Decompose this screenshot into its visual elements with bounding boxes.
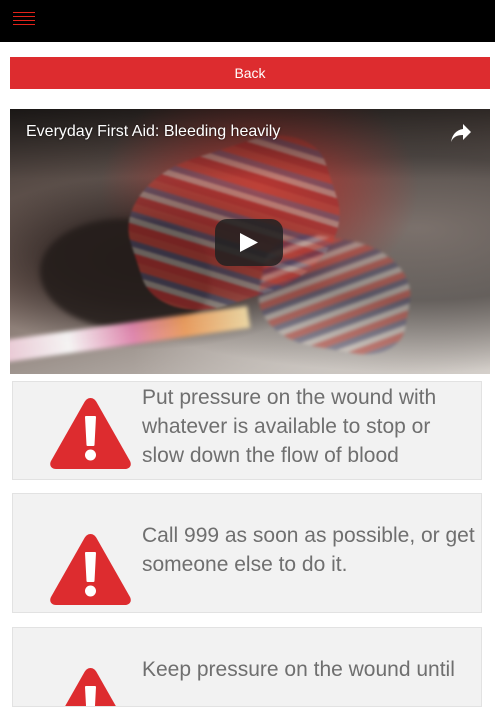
video-title-shade (10, 109, 490, 179)
play-button[interactable] (215, 219, 283, 266)
video-player[interactable]: Everyday First Aid: Bleeding heavily (10, 109, 490, 374)
play-icon (240, 233, 258, 252)
step-card: Call 999 as soon as possible, or get som… (12, 493, 482, 613)
warning-icon (50, 534, 131, 605)
top-bar (0, 0, 495, 42)
step-card: Keep pressure on the wound until (12, 627, 482, 707)
warning-icon (50, 398, 131, 469)
share-icon[interactable] (450, 123, 472, 143)
step-text: Put pressure on the wound with whatever … (142, 386, 437, 467)
step-text: Keep pressure on the wound until (142, 658, 455, 681)
hamburger-menu-icon[interactable] (13, 12, 35, 26)
step-card: Put pressure on the wound with whatever … (12, 381, 482, 480)
step-text: Call 999 as soon as possible, or get som… (142, 524, 475, 576)
warning-icon (65, 668, 116, 706)
video-title[interactable]: Everyday First Aid: Bleeding heavily (26, 123, 280, 141)
back-button[interactable]: Back (10, 57, 490, 89)
